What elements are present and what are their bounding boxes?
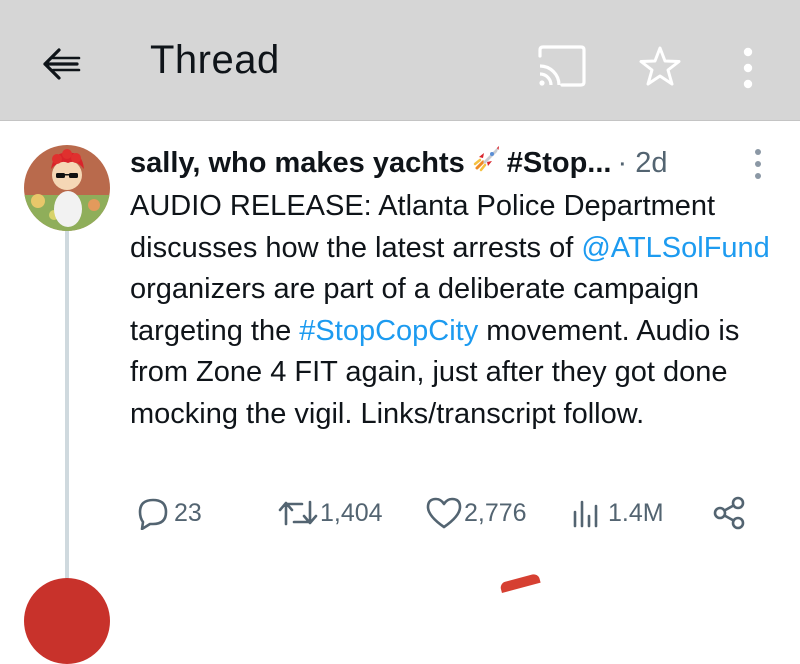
view-count: 1.4M <box>608 498 664 527</box>
top-app-bar: Thread <box>0 0 800 121</box>
like-button[interactable]: 2,776 <box>424 496 527 530</box>
tweet-action-bar: 23 1,404 2,776 1.4M <box>0 494 800 538</box>
author-name[interactable]: sally, who makes yachts <box>130 147 465 180</box>
more-options-button[interactable] <box>728 44 768 92</box>
hashtag-link[interactable]: #StopCopCity <box>299 315 478 347</box>
arrow-left-icon <box>43 48 81 80</box>
tweet-author-line[interactable]: sally, who makes yachts #Stop... · 2d <box>130 144 667 182</box>
more-vertical-icon <box>743 47 753 89</box>
mention-link[interactable]: @ATLSolFund <box>581 232 770 264</box>
back-button[interactable] <box>36 40 84 88</box>
analytics-icon <box>573 500 598 528</box>
author-tag[interactable]: #Stop... <box>507 147 612 180</box>
favorite-button[interactable] <box>638 44 682 88</box>
avatar[interactable] <box>24 145 110 231</box>
retweet-icon <box>278 500 318 526</box>
next-tweet-avatar[interactable] <box>24 578 110 664</box>
reply-count: 23 <box>174 498 202 527</box>
more-vertical-icon <box>755 149 761 179</box>
next-tweet-emoji <box>499 572 541 594</box>
like-count: 2,776 <box>464 498 527 527</box>
rocket-icon <box>471 144 503 182</box>
share-button[interactable] <box>712 496 748 530</box>
retweet-count: 1,404 <box>320 498 383 527</box>
cast-icon <box>538 45 586 87</box>
share-icon <box>713 496 745 530</box>
heart-icon <box>426 497 462 529</box>
reply-icon <box>138 498 168 530</box>
tweet-more-button[interactable] <box>748 146 768 182</box>
tweet-text: AUDIO RELEASE: Atlanta Police Department… <box>130 186 780 435</box>
page-title: Thread <box>150 38 280 82</box>
views-button[interactable]: 1.4M <box>570 496 664 530</box>
avatar-image <box>24 145 110 231</box>
tweet-timestamp[interactable]: · 2d <box>617 147 667 180</box>
cast-button[interactable] <box>536 44 588 88</box>
retweet-button[interactable]: 1,404 <box>276 496 383 530</box>
reply-button[interactable]: 23 <box>134 496 202 530</box>
star-icon <box>639 46 681 86</box>
